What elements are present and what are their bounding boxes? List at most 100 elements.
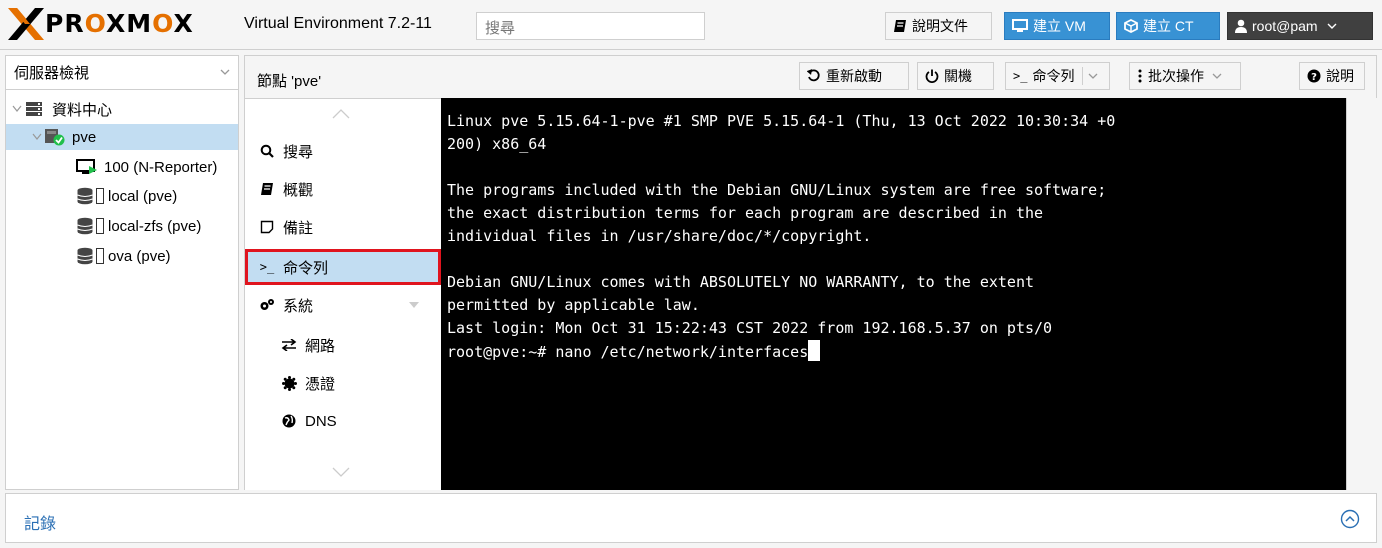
question-circle-icon: ? [1307, 69, 1321, 83]
terminal-line: individual files in /usr/share/doc/*/cop… [447, 227, 872, 245]
chevron-down-icon [1327, 23, 1337, 30]
undo-icon [807, 69, 821, 83]
menu-item-network[interactable]: 網路 [245, 327, 441, 363]
shell-button[interactable]: >_ 命令列 [1005, 62, 1110, 90]
scroll-up-icon[interactable] [332, 109, 350, 119]
tree-item-label: local-zfs (pve) [108, 217, 202, 235]
user-label: root@pam [1252, 18, 1318, 34]
gears-icon [259, 298, 275, 312]
bulk-actions-button[interactable]: 批次操作 [1129, 62, 1241, 90]
shell-label: 命令列 [1032, 68, 1075, 84]
create-vm-button[interactable]: 建立 VM [1004, 12, 1110, 40]
log-panel-title: 記錄 [24, 516, 57, 533]
chevron-down-icon[interactable] [1088, 73, 1098, 80]
chevron-expanded-icon [32, 133, 42, 141]
book-icon [893, 19, 907, 33]
terminal-prompt-line: root@pve:~# nano /etc/network/interfaces [447, 340, 1340, 363]
node-online-icon [44, 128, 66, 146]
tree-item-label: 資料中心 [52, 101, 113, 119]
tree-item-storage-local-zfs[interactable]: local-zfs (pve) [6, 213, 238, 239]
user-menu-button[interactable]: root@pam [1227, 12, 1373, 40]
menu-item-label: 概觀 [283, 181, 314, 199]
menu-item-label: 備註 [283, 219, 314, 237]
menu-item-summary[interactable]: 概觀 [245, 171, 441, 207]
tree-item-label: local (pve) [108, 187, 178, 205]
user-icon [1235, 19, 1247, 33]
tree-item-label: ova (pve) [108, 247, 171, 265]
terminal-cursor [808, 340, 821, 361]
reboot-label: 重新啟動 [826, 68, 882, 84]
terminal-line: Linux pve 5.15.64-1-pve #1 SMP PVE 5.15.… [447, 112, 1116, 130]
terminal-console[interactable]: Linux pve 5.15.64-1-pve #1 SMP PVE 5.15.… [441, 98, 1346, 490]
storage-icon [76, 247, 94, 265]
top-bar: PROXMOX Virtual Environment 7.2-11 搜尋 說明… [0, 0, 1382, 50]
help-label: 說明 [1326, 68, 1354, 84]
menu-item-notes[interactable]: 備註 [245, 209, 441, 245]
tree-item-storage-local[interactable]: local (pve) [6, 183, 238, 209]
power-off-icon [925, 69, 939, 83]
missing-glyph-box [96, 188, 104, 204]
bulk-actions-label: 批次操作 [1148, 68, 1204, 84]
node-title: 節點 'pve' [257, 73, 322, 90]
documentation-label: 說明文件 [912, 18, 968, 34]
menu-item-shell[interactable]: >_ 命令列 [245, 249, 441, 285]
help-button[interactable]: ? 說明 [1299, 62, 1365, 90]
menu-item-label: 系統 [283, 297, 314, 315]
tree-item-pve[interactable]: pve [6, 124, 238, 150]
tree-item-storage-ova[interactable]: ova (pve) [6, 243, 238, 269]
chevron-down-icon [1212, 73, 1222, 80]
create-vm-label: 建立 VM [1033, 18, 1086, 34]
search-icon [259, 144, 275, 158]
tree-item-datacenter[interactable]: 資料中心 [6, 96, 238, 122]
terminal-side-gutter [1346, 98, 1377, 490]
terminal-line: Last login: Mon Oct 31 15:22:43 CST 2022… [447, 319, 1053, 337]
search-input[interactable]: 搜尋 [476, 12, 705, 40]
tree-item-label: 100 (N-Reporter) [104, 158, 218, 176]
menu-item-dns[interactable]: DNS [245, 403, 441, 439]
desktop-icon [1012, 19, 1028, 33]
terminal-icon: >_ [1013, 69, 1028, 83]
terminal-line: The programs included with the Debian GN… [447, 181, 1107, 199]
node-toolbar: 節點 'pve' 重新啟動 關機 >_ 命令列 批次操作 ? 說明 [244, 55, 1377, 98]
certificate-icon [281, 375, 297, 391]
menu-item-certificates[interactable]: 憑證 [245, 365, 441, 401]
product-version: Virtual Environment 7.2-11 [244, 15, 432, 32]
storage-icon [76, 217, 94, 235]
shutdown-button[interactable]: 關機 [917, 62, 994, 90]
missing-glyph-box [96, 248, 104, 264]
chevron-expanded-icon [12, 105, 22, 113]
documentation-button[interactable]: 說明文件 [885, 12, 992, 40]
book-icon [259, 182, 275, 196]
terminal-command: root@pve:~# nano /etc/network/interfaces [447, 343, 809, 361]
caret-down-icon [409, 302, 419, 308]
view-selector[interactable]: 伺服器檢視 [6, 56, 238, 90]
expand-up-icon[interactable] [1340, 509, 1360, 529]
scroll-down-icon[interactable] [332, 467, 350, 477]
terminal-line: the exact distribution terms for each pr… [447, 204, 1044, 222]
chevron-down-icon [220, 69, 230, 76]
menu-item-label: 搜尋 [283, 143, 314, 161]
vm-running-icon [76, 158, 98, 176]
create-ct-button[interactable]: 建立 CT [1116, 12, 1220, 40]
tree-item-label: pve [72, 128, 97, 146]
menu-item-search[interactable]: 搜尋 [245, 133, 441, 169]
logo-text: PROXMOX [45, 9, 194, 38]
proxmox-logo[interactable]: PROXMOX [8, 8, 194, 40]
shutdown-label: 關機 [944, 68, 972, 84]
note-icon [259, 220, 275, 234]
menu-item-label: 憑證 [305, 375, 336, 393]
tree-item-vm-100[interactable]: 100 (N-Reporter) [6, 154, 238, 180]
missing-glyph-box [96, 218, 104, 234]
menu-item-system[interactable]: 系統 [245, 287, 441, 323]
reboot-button[interactable]: 重新啟動 [799, 62, 909, 90]
terminal-line: Debian GNU/Linux comes with ABSOLUTELY N… [447, 273, 1034, 291]
cube-icon [1124, 19, 1138, 33]
exchange-icon [281, 339, 297, 351]
log-panel: 記錄 [5, 493, 1377, 543]
terminal-icon: >_ [259, 260, 275, 274]
menu-item-label: DNS [305, 412, 337, 430]
menu-item-label: 網路 [305, 337, 336, 355]
menu-item-label: 命令列 [283, 259, 329, 277]
create-ct-label: 建立 CT [1143, 18, 1194, 34]
